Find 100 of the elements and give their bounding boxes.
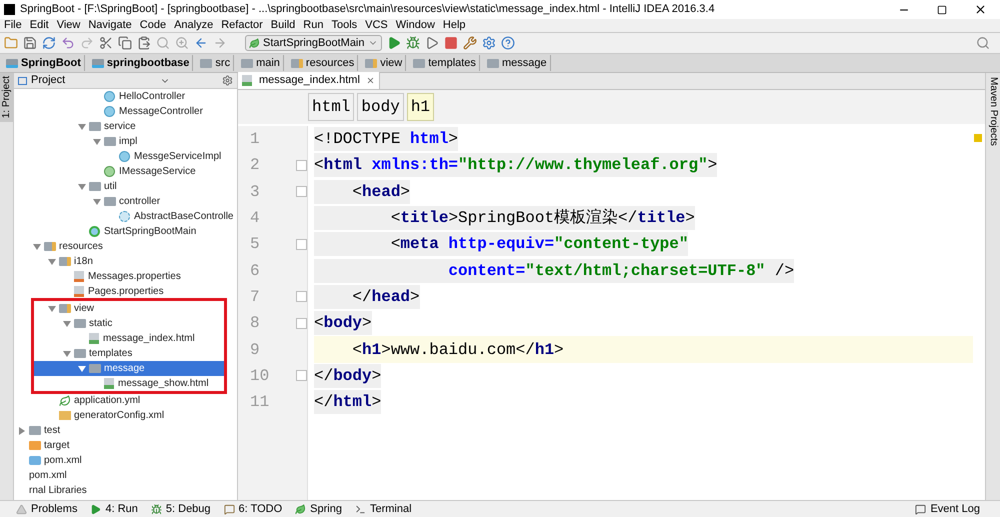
tree-row[interactable]: view (34, 301, 224, 316)
project-tool-tab[interactable]: 1: Project (0, 73, 14, 122)
tree-row[interactable]: static (34, 316, 224, 331)
restore-icon[interactable] (937, 4, 947, 14)
tool-window-button[interactable]: 5: Debug (150, 500, 211, 517)
close-icon[interactable] (366, 76, 375, 85)
tree-row[interactable]: rnal Libraries (14, 483, 237, 498)
navigation-crumb[interactable]: SpringBoot (3, 54, 85, 72)
warning-marker[interactable] (974, 134, 982, 142)
tree-row[interactable]: message_index.html (34, 331, 224, 346)
menu-item[interactable]: Code (136, 17, 170, 34)
tree-item-label: pom.xml (44, 454, 82, 468)
run-icon[interactable] (386, 36, 400, 50)
close-icon[interactable] (974, 3, 987, 16)
tree-row[interactable]: StartSpringBootMain (14, 224, 237, 239)
menu-item[interactable]: Refactor (217, 17, 267, 34)
line-number: 7 (250, 286, 260, 308)
tool-window-button[interactable]: 6: TODO (224, 500, 282, 517)
navigation-crumb[interactable]: src (197, 54, 234, 72)
tree-row[interactable]: message_show.html (34, 376, 224, 391)
menu-item[interactable]: Window (392, 17, 439, 34)
stop-icon[interactable] (444, 36, 458, 50)
navigation-crumb[interactable]: springbootbase (88, 54, 194, 72)
tree-row[interactable]: impl (14, 134, 237, 149)
menu-item[interactable]: View (52, 17, 84, 34)
tree-row[interactable]: Messages.properties (14, 269, 237, 284)
menu-item[interactable]: Edit (26, 17, 53, 34)
wrench-icon[interactable] (462, 36, 476, 50)
undo-icon[interactable] (61, 36, 75, 50)
tool-window-button[interactable]: Spring (295, 500, 342, 517)
tool-window-button[interactable]: Terminal (354, 500, 412, 517)
back-icon[interactable] (194, 36, 208, 50)
save-icon[interactable] (23, 36, 37, 50)
tree-row[interactable]: MessgeServiceImpl (14, 149, 237, 164)
fold-marker-icon[interactable] (296, 370, 307, 382)
debug-icon[interactable] (406, 36, 420, 50)
menu-item[interactable]: Help (438, 17, 470, 34)
tree-row[interactable]: IMessageService (14, 164, 237, 179)
maven-file-icon (29, 456, 41, 465)
coverage-icon[interactable] (424, 36, 438, 50)
tree-row[interactable]: Pages.properties (14, 284, 237, 299)
tool-window-button[interactable]: Problems (16, 500, 78, 517)
navigation-crumb[interactable]: resources (288, 54, 358, 72)
maven-tool-tab[interactable]: Maven Projects (986, 73, 1000, 146)
tree-row[interactable]: pom.xml (14, 468, 237, 483)
tree-row[interactable]: HelloController (14, 89, 237, 104)
settings-icon[interactable] (222, 75, 233, 86)
tree-row[interactable]: service (14, 119, 237, 134)
help-icon[interactable] (500, 36, 514, 50)
editor-tab[interactable]: message_index.html (238, 72, 380, 89)
tree-row[interactable]: application.yml (14, 393, 237, 408)
menu-item[interactable]: Analyze (170, 17, 218, 34)
menu-item[interactable]: Navigate (84, 17, 136, 34)
tree-row[interactable]: MessageController (14, 104, 237, 119)
open-icon[interactable] (4, 36, 18, 50)
navigation-crumb[interactable]: templates (410, 54, 480, 72)
tree-row[interactable]: test (14, 423, 237, 438)
navigation-crumb[interactable]: message (484, 54, 551, 72)
settings-icon[interactable] (482, 36, 496, 50)
event-log-button[interactable]: Event Log (915, 500, 980, 517)
tag-breadcrumb[interactable]: h1 (406, 93, 434, 121)
menu-item[interactable]: Run (299, 17, 328, 34)
tree-row[interactable]: resources (14, 239, 237, 254)
menu-item[interactable]: Build (266, 17, 300, 34)
cut-icon[interactable] (99, 36, 113, 50)
tool-window-button[interactable]: 4: Run (90, 500, 138, 517)
run-configuration-dropdown[interactable]: StartSpringBootMain (245, 35, 382, 51)
runnable-class-icon (89, 226, 100, 237)
sync-icon[interactable] (42, 36, 56, 50)
fold-marker-icon[interactable] (296, 238, 307, 250)
tag-breadcrumb[interactable]: body (357, 93, 404, 121)
panel-title[interactable]: Project (31, 72, 66, 89)
fold-marker-icon[interactable] (296, 160, 307, 171)
fold-marker-icon[interactable] (296, 291, 307, 302)
fold-marker-icon[interactable] (296, 318, 307, 329)
tree-row[interactable]: generatorConfig.xml (14, 408, 237, 423)
menu-item[interactable]: VCS (361, 17, 392, 34)
tree-row[interactable]: i18n (14, 254, 237, 269)
todo-icon (224, 504, 235, 514)
zoom-icon[interactable] (175, 36, 189, 50)
properties-file-icon (74, 271, 84, 282)
line-number: 9 (250, 340, 260, 361)
search-icon[interactable] (156, 36, 170, 50)
search-icon[interactable] (976, 36, 990, 50)
fold-marker-icon[interactable] (296, 186, 307, 198)
menu-item[interactable]: File (0, 17, 26, 34)
tag-breadcrumb[interactable]: html (308, 93, 354, 121)
copy-icon[interactable] (118, 36, 132, 50)
tree-row[interactable]: message (34, 361, 224, 376)
tree-row[interactable]: pom.xml (14, 453, 237, 468)
paste-icon[interactable] (137, 36, 151, 50)
navigation-crumb[interactable]: main (238, 54, 284, 72)
tree-row[interactable]: AbstractBaseControlle (14, 209, 237, 224)
tree-item-label: i18n (74, 255, 93, 269)
tree-row[interactable]: target (14, 438, 237, 453)
tree-row[interactable]: controller (14, 194, 237, 209)
navigation-crumb[interactable]: view (362, 54, 406, 72)
forward-icon[interactable] (213, 36, 227, 50)
tree-row[interactable]: util (14, 179, 237, 194)
menu-item[interactable]: Tools (327, 17, 362, 34)
